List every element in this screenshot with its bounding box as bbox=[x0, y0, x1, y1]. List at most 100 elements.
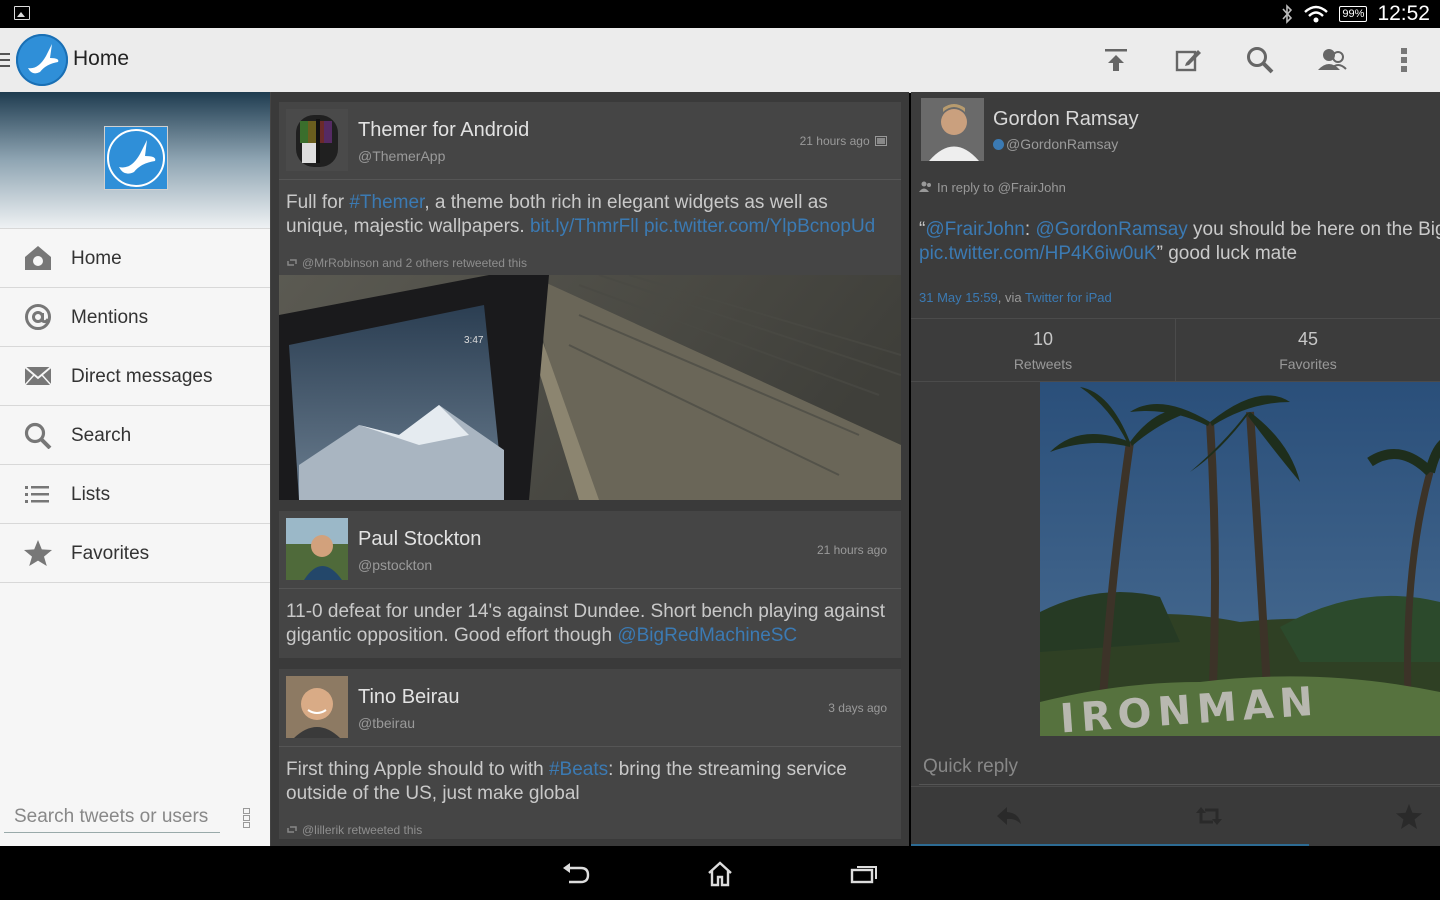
home-icon bbox=[25, 246, 51, 270]
verified-badge-icon bbox=[993, 139, 1004, 150]
accounts-button[interactable] bbox=[1296, 28, 1368, 92]
divider bbox=[279, 746, 901, 747]
home-button[interactable] bbox=[684, 854, 756, 894]
wifi-icon bbox=[1304, 5, 1329, 23]
in-reply-to[interactable]: In reply to @FrairJohn bbox=[919, 180, 1066, 195]
reply-button[interactable] bbox=[921, 787, 1097, 844]
nav-item-home[interactable]: Home bbox=[0, 228, 270, 287]
favorites-count: 45 bbox=[1297, 329, 1319, 349]
search-button[interactable] bbox=[1224, 28, 1296, 92]
search-icon bbox=[1247, 47, 1274, 74]
page-title: Home bbox=[73, 47, 130, 70]
star-icon bbox=[1396, 803, 1422, 829]
hashtag-link[interactable]: #Beats bbox=[549, 759, 608, 780]
photo-clock-text: 3:47 bbox=[464, 335, 484, 346]
nav-item-label: Search bbox=[71, 425, 132, 446]
tweet-link[interactable]: bit.ly/ThmrFll pic.twitter.com/YlpBcnopU… bbox=[530, 216, 875, 237]
nav-item-label: Direct messages bbox=[71, 366, 213, 387]
tweet-author-handle: @ThemerApp bbox=[358, 148, 446, 164]
drawer-header bbox=[0, 92, 270, 228]
tweet-author-name: Tino Beirau bbox=[358, 686, 460, 708]
at-icon bbox=[25, 304, 51, 330]
retweet-icon bbox=[287, 826, 297, 833]
retweet-info: @MrRobinson and 2 others retweeted this bbox=[286, 256, 527, 270]
navigation-drawer: Home Mentions Direct messages Search Lis… bbox=[0, 92, 271, 846]
tweet-author-name: Themer for Android bbox=[358, 119, 530, 141]
list-icon bbox=[25, 486, 49, 503]
overflow-menu-icon bbox=[1401, 48, 1407, 72]
compose-icon bbox=[1175, 50, 1201, 72]
tweet-author-handle: @tbeirau bbox=[358, 715, 416, 731]
back-button[interactable] bbox=[540, 854, 612, 894]
avatar[interactable] bbox=[286, 518, 348, 580]
drawer-toggle-icon[interactable] bbox=[0, 53, 10, 67]
recent-apps-icon bbox=[850, 866, 877, 884]
tweet-author-name: Paul Stockton bbox=[358, 528, 482, 550]
photo-attachment-icon bbox=[875, 136, 887, 146]
tweet-card[interactable]: Themer for Android @ThemerApp 21 hours a… bbox=[279, 102, 901, 500]
envelope-icon bbox=[24, 366, 52, 386]
home-icon bbox=[708, 861, 732, 887]
avatar[interactable] bbox=[286, 109, 348, 171]
nav-item-lists[interactable]: Lists bbox=[0, 464, 270, 523]
tweet-date[interactable]: 31 May 15:59 bbox=[919, 290, 998, 305]
mention-link[interactable]: @GordonRamsay bbox=[1035, 219, 1187, 240]
retweet-button[interactable] bbox=[1121, 787, 1297, 844]
detail-tweet-text: “@FrairJohn: @GordonRamsay you should be… bbox=[919, 219, 1440, 264]
detail-photo[interactable]: IRONMAN bbox=[1040, 382, 1440, 743]
back-icon bbox=[563, 863, 590, 884]
mention-link[interactable]: @BigRedMachineSC bbox=[617, 625, 797, 646]
people-icon bbox=[1318, 49, 1347, 70]
search-icon bbox=[24, 422, 52, 449]
client-link[interactable]: Twitter for iPad bbox=[1025, 290, 1112, 305]
favorite-button[interactable] bbox=[1321, 787, 1440, 844]
mention-link[interactable]: @FrairJohn bbox=[925, 219, 1025, 240]
avatar[interactable] bbox=[921, 98, 984, 161]
nav-item-mentions[interactable]: Mentions bbox=[0, 287, 270, 346]
avatar[interactable] bbox=[286, 676, 348, 738]
nav-item-direct-messages[interactable]: Direct messages bbox=[0, 346, 270, 405]
account-avatar[interactable] bbox=[104, 126, 168, 190]
tweet-timestamp: 21 hours ago bbox=[816, 543, 887, 557]
favorites-stat[interactable]: 45 Favorites bbox=[1176, 319, 1440, 381]
nav-item-label: Favorites bbox=[71, 543, 150, 564]
retweets-stat[interactable]: 10 Retweets bbox=[911, 319, 1175, 381]
search-input[interactable] bbox=[4, 800, 220, 834]
battery-indicator: 99% bbox=[1339, 6, 1368, 22]
reply-icon bbox=[997, 806, 1021, 825]
tweet-text: First thing Apple should to with #Beats:… bbox=[286, 759, 847, 804]
search-tweets-field[interactable] bbox=[4, 800, 220, 834]
divider bbox=[279, 179, 901, 180]
tweet-detail-pane: Gordon Ramsay @GordonRamsay In reply to … bbox=[911, 92, 1440, 846]
overflow-menu-button[interactable] bbox=[1368, 28, 1440, 92]
app-logo-icon[interactable] bbox=[16, 34, 68, 86]
clock: 12:52 bbox=[1377, 2, 1430, 25]
drag-handle-icon[interactable] bbox=[243, 808, 251, 832]
upload-icon bbox=[1105, 49, 1127, 71]
tweet-photo[interactable]: 3:47 bbox=[279, 275, 901, 500]
people-icon bbox=[919, 181, 931, 192]
tweet-meta: 31 May 15:59, via Twitter for iPad bbox=[919, 290, 1112, 305]
nav-item-label: Home bbox=[71, 248, 122, 269]
tweet-card[interactable]: Tino Beirau @tbeirau 3 days ago First th… bbox=[279, 669, 901, 839]
system-navigation-bar bbox=[0, 846, 1440, 900]
pic-link[interactable]: pic.twitter.com/HP4K6iw0uK bbox=[919, 243, 1157, 264]
nav-item-favorites[interactable]: Favorites bbox=[0, 523, 270, 583]
hashtag-link[interactable]: #Themer bbox=[349, 192, 424, 213]
compose-button[interactable] bbox=[1152, 28, 1224, 92]
recents-button[interactable] bbox=[828, 854, 900, 894]
tweet-actions bbox=[911, 786, 1440, 846]
retweets-count: 10 bbox=[1032, 329, 1054, 349]
tweet-timestamp: 21 hours ago bbox=[800, 134, 887, 148]
action-bar: Home bbox=[0, 28, 1440, 93]
retweet-info: @lillerik retweeted this bbox=[286, 823, 422, 837]
nav-list: Home Mentions Direct messages Search Lis… bbox=[0, 228, 270, 583]
nav-item-search[interactable]: Search bbox=[0, 405, 270, 464]
quick-reply-input[interactable] bbox=[919, 748, 1419, 786]
tweet-card[interactable]: Paul Stockton @pstockton 21 hours ago 11… bbox=[279, 511, 901, 658]
tweet-text: Full for #Themer, a theme both rich in e… bbox=[286, 192, 876, 237]
timeline[interactable]: Themer for Android @ThemerApp 21 hours a… bbox=[271, 92, 909, 846]
detail-author-handle: @GordonRamsay bbox=[993, 136, 1118, 152]
quick-reply-field[interactable] bbox=[919, 748, 1440, 786]
upload-button[interactable] bbox=[1080, 28, 1152, 92]
